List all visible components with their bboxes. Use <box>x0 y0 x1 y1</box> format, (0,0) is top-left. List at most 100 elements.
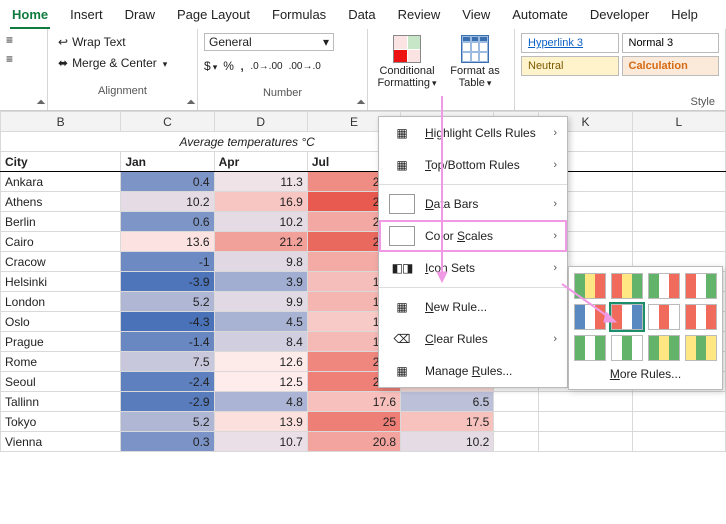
data-cell[interactable]: 13.6 <box>121 232 214 252</box>
data-cell[interactable]: 10.2 <box>401 432 494 452</box>
data-cell[interactable]: 5.2 <box>121 292 214 312</box>
city-cell[interactable]: London <box>1 292 121 312</box>
data-cell[interactable]: 20.8 <box>307 432 400 452</box>
align-top-icon[interactable]: ≡ <box>6 33 22 49</box>
data-cell[interactable]: 9.9 <box>214 292 307 312</box>
city-cell[interactable]: Berlin <box>1 212 121 232</box>
city-cell[interactable]: Athens <box>1 192 121 212</box>
cell-style-normal[interactable]: Normal 3 <box>622 33 720 53</box>
data-cell[interactable]: -1.4 <box>121 332 214 352</box>
color-scale-swatch-10[interactable] <box>611 335 643 361</box>
comma-icon[interactable]: , <box>240 57 244 75</box>
menu-icon-sets[interactable]: ◧◨ Icon Sets › <box>379 252 567 284</box>
tab-data[interactable]: Data <box>346 4 377 29</box>
data-cell[interactable]: 4.8 <box>214 392 307 412</box>
tab-review[interactable]: Review <box>396 4 443 29</box>
city-cell[interactable]: Cairo <box>1 232 121 252</box>
tab-page-layout[interactable]: Page Layout <box>175 4 252 29</box>
column-header[interactable]: L <box>632 112 725 132</box>
color-scale-swatch-8[interactable] <box>685 304 717 330</box>
column-header[interactable]: D <box>214 112 307 132</box>
cell[interactable] <box>494 432 539 452</box>
tab-help[interactable]: Help <box>669 4 700 29</box>
cell[interactable] <box>539 392 632 412</box>
data-cell[interactable]: 6.5 <box>401 392 494 412</box>
color-scale-swatch-1[interactable] <box>574 273 606 299</box>
column-header[interactable]: B <box>1 112 121 132</box>
increase-decimal-icon[interactable]: .0→.00 <box>250 61 282 72</box>
cell[interactable] <box>539 432 632 452</box>
tab-automate[interactable]: Automate <box>510 4 570 29</box>
conditional-formatting-button[interactable]: Conditional Formatting <box>374 33 440 91</box>
cell[interactable] <box>632 232 725 252</box>
data-cell[interactable]: -1 <box>121 252 214 272</box>
data-cell[interactable]: 17.5 <box>401 412 494 432</box>
data-cell[interactable]: 13.9 <box>214 412 307 432</box>
menu-highlight-cells[interactable]: ▦ Highlight Cells Rules › <box>379 117 567 149</box>
data-cell[interactable]: 12.5 <box>214 372 307 392</box>
city-cell[interactable]: Helsinki <box>1 272 121 292</box>
tab-draw[interactable]: Draw <box>123 4 157 29</box>
cell[interactable] <box>632 152 725 172</box>
menu-top-bottom[interactable]: ▦ Top/Bottom Rules › <box>379 149 567 181</box>
city-cell[interactable]: Rome <box>1 352 121 372</box>
color-scale-swatch-3[interactable] <box>648 273 680 299</box>
percent-icon[interactable]: % <box>223 59 234 73</box>
data-cell[interactable]: 16.9 <box>214 192 307 212</box>
data-cell[interactable]: -2.4 <box>121 372 214 392</box>
currency-icon[interactable]: $ <box>204 59 217 73</box>
tab-view[interactable]: View <box>460 4 492 29</box>
menu-manage-rules[interactable]: ▦ Manage Rules... <box>379 355 567 387</box>
cell-style-hyperlink[interactable]: Hyperlink 3 <box>521 33 619 53</box>
color-scale-swatch-12[interactable] <box>685 335 717 361</box>
color-scale-swatch-11[interactable] <box>648 335 680 361</box>
city-cell[interactable]: Ankara <box>1 172 121 192</box>
decrease-decimal-icon[interactable]: .00→.0 <box>289 61 321 72</box>
data-cell[interactable]: 10.2 <box>121 192 214 212</box>
color-scale-swatch-7[interactable] <box>648 304 680 330</box>
color-scale-swatch-2[interactable] <box>611 273 643 299</box>
tab-developer[interactable]: Developer <box>588 4 651 29</box>
color-scale-swatch-6[interactable] <box>611 304 643 330</box>
city-cell[interactable]: Prague <box>1 332 121 352</box>
cell[interactable] <box>494 392 539 412</box>
cell[interactable] <box>632 392 725 412</box>
data-cell[interactable]: 10.2 <box>214 212 307 232</box>
menu-color-scales[interactable]: Color Scales › <box>379 220 567 252</box>
cell[interactable] <box>494 412 539 432</box>
color-scale-swatch-5[interactable] <box>574 304 606 330</box>
cell[interactable] <box>632 192 725 212</box>
menu-new-rule[interactable]: ▦ New Rule... <box>379 291 567 323</box>
number-format-select[interactable]: General▾ <box>204 33 334 51</box>
wrap-text-button[interactable]: ↩Wrap Text <box>54 33 191 51</box>
cell[interactable] <box>632 212 725 232</box>
data-cell[interactable]: 11.3 <box>214 172 307 192</box>
data-cell[interactable]: 25 <box>307 412 400 432</box>
data-cell[interactable]: 17.6 <box>307 392 400 412</box>
data-cell[interactable]: 12.6 <box>214 352 307 372</box>
merge-center-button[interactable]: ⬌Merge & Center <box>54 54 191 72</box>
menu-clear-rules[interactable]: ⌫ Clear Rules › <box>379 323 567 355</box>
color-scale-swatch-4[interactable] <box>685 273 717 299</box>
cell-style-calculation[interactable]: Calculation <box>622 56 720 76</box>
cell[interactable] <box>632 132 725 152</box>
data-cell[interactable]: 10.7 <box>214 432 307 452</box>
city-cell[interactable]: Seoul <box>1 372 121 392</box>
cell[interactable] <box>539 412 632 432</box>
city-cell[interactable]: Cracow <box>1 252 121 272</box>
data-cell[interactable]: 0.6 <box>121 212 214 232</box>
data-cell[interactable]: 0.3 <box>121 432 214 452</box>
tab-formulas[interactable]: Formulas <box>270 4 328 29</box>
city-cell[interactable]: Oslo <box>1 312 121 332</box>
data-cell[interactable]: 5.2 <box>121 412 214 432</box>
city-cell[interactable]: Vienna <box>1 432 121 452</box>
menu-data-bars[interactable]: Data Bars › <box>379 188 567 220</box>
data-cell[interactable]: 9.8 <box>214 252 307 272</box>
color-scale-swatch-9[interactable] <box>574 335 606 361</box>
data-cell[interactable]: 21.2 <box>214 232 307 252</box>
data-cell[interactable]: 7.5 <box>121 352 214 372</box>
tab-home[interactable]: Home <box>10 4 50 29</box>
city-cell[interactable]: Tokyo <box>1 412 121 432</box>
tab-insert[interactable]: Insert <box>68 4 105 29</box>
format-as-table-button[interactable]: Format as Table <box>442 33 508 91</box>
